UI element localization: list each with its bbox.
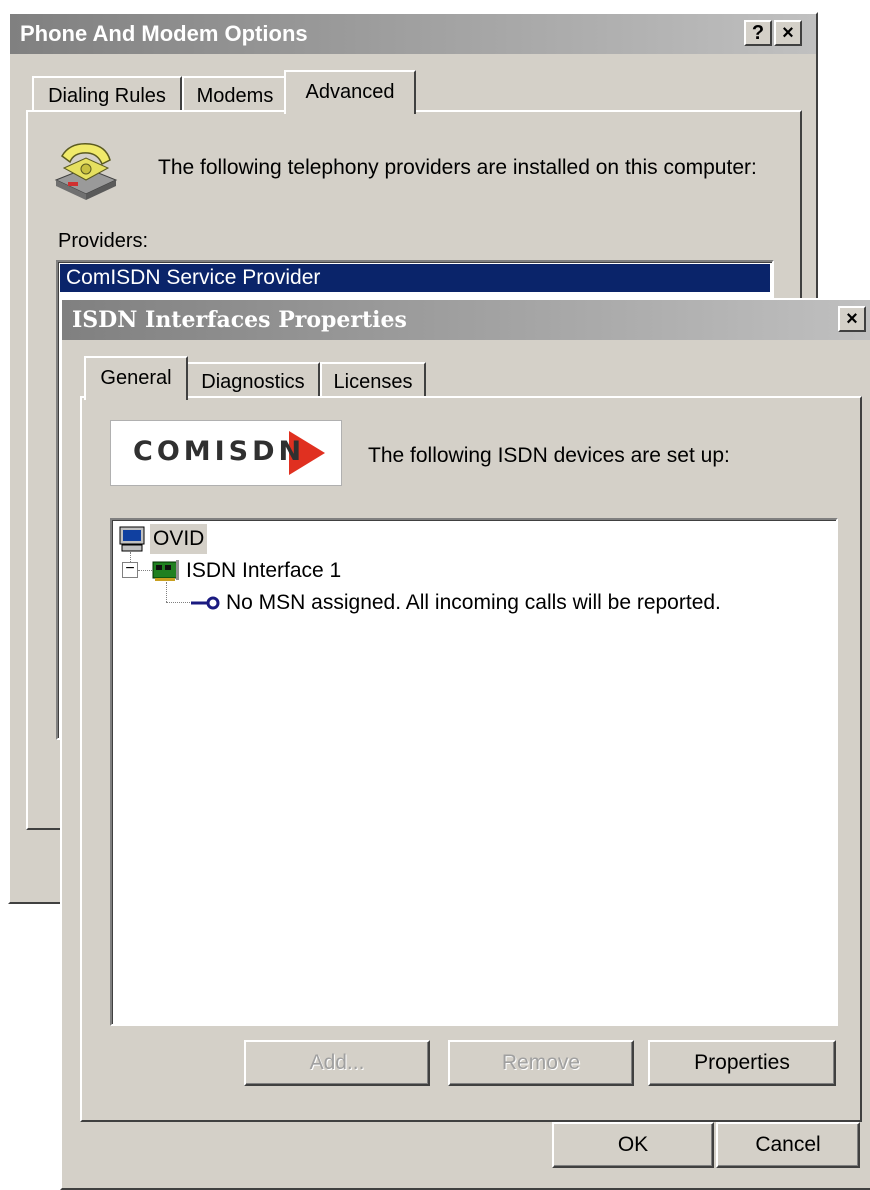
back-title-bar[interactable]: Phone And Modem Options [10, 14, 816, 54]
provider-item-comisdn[interactable]: ComISDN Service Provider [60, 264, 770, 292]
properties-button[interactable]: Properties [648, 1040, 836, 1086]
tree-connector-child-h [166, 602, 190, 603]
tree-label-msn: No MSN assigned. All incoming calls will… [226, 591, 721, 614]
comisdn-logo: COMISDN [110, 420, 342, 486]
help-button[interactable]: ? [744, 20, 772, 46]
providers-label: Providers: [58, 230, 149, 252]
devices-description: The following ISDN devices are set up: [368, 444, 730, 467]
isdn-interfaces-properties-window: ISDN Interfaces Properties × Diagnostics… [60, 298, 870, 1190]
add-button[interactable]: Add... [244, 1040, 430, 1086]
msn-key-icon [190, 594, 220, 617]
tree-label-ovid: OVID [150, 524, 208, 554]
remove-button[interactable]: Remove [448, 1040, 634, 1086]
computer-icon [118, 526, 146, 557]
tab-general[interactable]: General [84, 356, 188, 400]
collapse-toggle[interactable]: − [122, 561, 138, 578]
front-title-bar[interactable]: ISDN Interfaces Properties [62, 300, 870, 340]
isdn-card-icon [152, 559, 180, 588]
front-window-title: ISDN Interfaces Properties [72, 307, 407, 333]
logo-text: COMISDN [133, 436, 306, 467]
back-window-title: Phone And Modem Options [20, 21, 308, 46]
providers-description: The following telephony providers are in… [158, 156, 757, 179]
tab-dialing-rules[interactable]: Dialing Rules [32, 76, 182, 114]
tree-connector-h [138, 570, 152, 571]
tab-licenses[interactable]: Licenses [320, 362, 426, 400]
tab-advanced[interactable]: Advanced [284, 70, 416, 114]
devices-tree[interactable]: OVID − ISDN Interface 1 No MSN assigned.… [110, 518, 838, 1026]
front-close-button[interactable]: × [838, 306, 866, 332]
ok-button[interactable]: OK [552, 1122, 714, 1168]
tab-modems[interactable]: Modems [182, 76, 288, 114]
tree-label-isdn-interface: ISDN Interface 1 [186, 559, 342, 582]
cancel-button[interactable]: Cancel [716, 1122, 860, 1168]
tab-diagnostics[interactable]: Diagnostics [186, 362, 320, 400]
telephone-icon [50, 138, 122, 204]
back-close-button[interactable]: × [774, 20, 802, 46]
